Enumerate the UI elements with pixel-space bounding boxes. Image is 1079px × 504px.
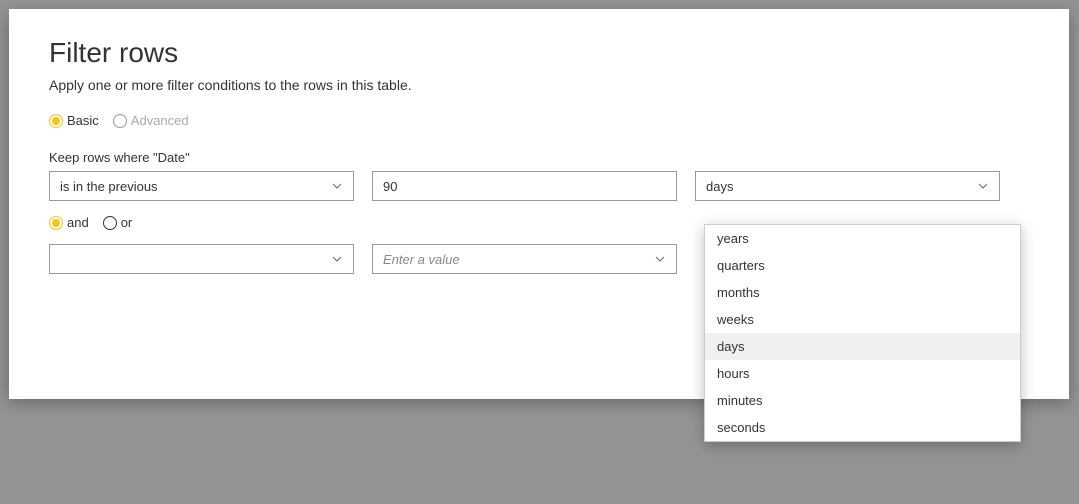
filter-row-1: is in the previous days xyxy=(49,171,1029,201)
logic-or-radio[interactable]: or xyxy=(103,215,133,230)
unit-dropdown-list[interactable]: yearsquartersmonthsweeksdayshoursminutes… xyxy=(704,224,1021,442)
dialog-subtitle: Apply one or more filter conditions to t… xyxy=(49,77,1029,93)
radio-icon xyxy=(49,216,63,230)
chevron-down-icon xyxy=(977,180,989,192)
chevron-down-icon xyxy=(331,253,343,265)
unit-option-weeks[interactable]: weeks xyxy=(705,306,1020,333)
radio-icon xyxy=(49,114,63,128)
unit-option-quarters[interactable]: quarters xyxy=(705,252,1020,279)
dialog-title: Filter rows xyxy=(49,37,1029,69)
radio-label-advanced: Advanced xyxy=(131,113,189,128)
unit-option-minutes[interactable]: minutes xyxy=(705,387,1020,414)
radio-label-and: and xyxy=(67,215,89,230)
radio-icon xyxy=(103,216,117,230)
operator-dropdown-1[interactable]: is in the previous xyxy=(49,171,354,201)
operator-dropdown-2[interactable] xyxy=(49,244,354,274)
chevron-down-icon xyxy=(654,253,666,265)
value-field[interactable] xyxy=(383,172,666,200)
chevron-down-icon xyxy=(331,180,343,192)
mode-basic-radio[interactable]: Basic xyxy=(49,113,99,128)
mode-advanced-radio[interactable]: Advanced xyxy=(113,113,189,128)
operator-value xyxy=(60,252,64,267)
unit-option-days[interactable]: days xyxy=(705,333,1020,360)
mode-radio-group: Basic Advanced xyxy=(49,113,1029,128)
unit-option-seconds[interactable]: seconds xyxy=(705,414,1020,441)
radio-icon xyxy=(113,114,127,128)
unit-dropdown-1[interactable]: days xyxy=(695,171,1000,201)
unit-option-years[interactable]: years xyxy=(705,225,1020,252)
radio-label-basic: Basic xyxy=(67,113,99,128)
value-dropdown-2[interactable]: Enter a value xyxy=(372,244,677,274)
logic-and-radio[interactable]: and xyxy=(49,215,89,230)
keep-rows-label: Keep rows where "Date" xyxy=(49,150,1029,165)
value-input-1[interactable] xyxy=(372,171,677,201)
radio-label-or: or xyxy=(121,215,133,230)
unit-option-hours[interactable]: hours xyxy=(705,360,1020,387)
unit-value: days xyxy=(706,179,733,194)
value-placeholder: Enter a value xyxy=(383,252,460,267)
operator-value: is in the previous xyxy=(60,179,158,194)
unit-option-months[interactable]: months xyxy=(705,279,1020,306)
